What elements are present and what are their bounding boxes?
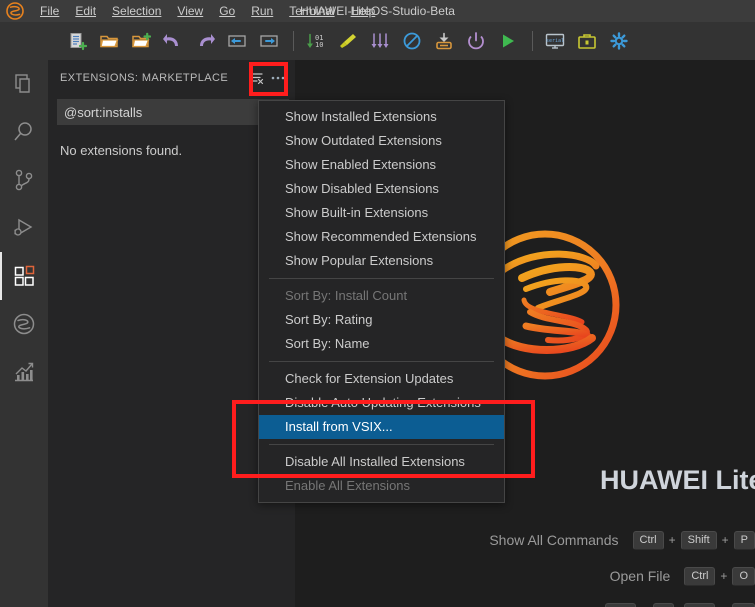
key-o: O	[732, 566, 755, 586]
menu-terminal[interactable]: Terminal	[281, 1, 342, 21]
settings-icon[interactable]	[604, 26, 634, 56]
key-plus: +	[668, 533, 676, 547]
menu-help-label: Help	[350, 4, 376, 18]
menu-item-enable-all: Enable All Extensions	[285, 478, 411, 493]
key-ctrl-2: Ctrl	[684, 602, 716, 607]
toolbar-separator	[293, 31, 294, 51]
menu-item-disable-all-installed[interactable]: Disable All Installed Extensions	[259, 450, 504, 474]
toolbar-separator-2	[532, 31, 533, 51]
serial-monitor-icon[interactable]: serial	[540, 26, 570, 56]
menu-item-check-updates[interactable]: Check for Extension Updates	[259, 367, 504, 391]
menu-item-sort-install-count: Sort By: Install Count	[285, 288, 408, 303]
export-icon[interactable]	[254, 26, 284, 56]
clean-icon[interactable]	[333, 26, 363, 56]
menu-item-install-from-vsix[interactable]: Install from VSIX...	[259, 415, 504, 439]
sidebar-item-search[interactable]	[0, 108, 48, 156]
import-icon[interactable]	[222, 26, 252, 56]
menu-selection[interactable]: Selection	[104, 1, 169, 21]
build-icon[interactable]	[365, 26, 395, 56]
sidebar-item-analytics[interactable]	[0, 348, 48, 396]
stop-icon[interactable]	[397, 26, 427, 56]
menu-item-disable-auto-updating[interactable]: Disable Auto Updating Extensions	[259, 391, 504, 415]
sidebar-item-liteos[interactable]	[0, 300, 48, 348]
menu-file-label: File	[40, 4, 60, 18]
menu-item-show-enabled[interactable]: Show Enabled Extensions	[259, 153, 504, 177]
menu-go[interactable]: Go	[211, 1, 243, 21]
welcome-brand-title: HUAWEI Lite	[600, 465, 755, 495]
liteos-logo-icon	[4, 2, 26, 20]
toolbar: 01 10 serial	[0, 22, 755, 60]
redo-icon[interactable]	[190, 26, 220, 56]
toolkit-icon[interactable]	[572, 26, 602, 56]
menu-item-show-outdated[interactable]: Show Outdated Extensions	[259, 129, 504, 153]
clear-filter-icon[interactable]	[245, 67, 267, 89]
key-ctrl: Ctrl	[632, 530, 664, 550]
menu-run[interactable]: Run	[243, 1, 281, 21]
run-icon[interactable]	[493, 26, 523, 56]
new-folder-icon[interactable]	[126, 26, 156, 56]
key-plus: +	[721, 533, 729, 547]
search-input-value: @sort:installs	[64, 104, 143, 120]
sidebar-item-source-control[interactable]	[0, 156, 48, 204]
extensions-more-actions-menu[interactable]: Show Installed Extensions Show Outdated …	[258, 100, 505, 503]
menu-terminal-label: Terminal	[289, 4, 335, 18]
sidebar-item-extensions[interactable]	[0, 252, 48, 300]
menu-separator	[269, 361, 494, 362]
menu-item-show-recommended[interactable]: Show Recommended Extensions	[259, 225, 504, 249]
menu-item-show-installed[interactable]: Show Installed Extensions	[259, 105, 504, 129]
key-o-2: O	[732, 602, 755, 607]
download-icon[interactable]	[429, 26, 459, 56]
sort-numeric-icon[interactable]: 01 10	[301, 26, 331, 56]
menu-item-show-disabled[interactable]: Show Disabled Extensions	[259, 177, 504, 201]
menu-bar[interactable]: File Edit Selection View Go Run Terminal…	[32, 1, 383, 21]
menu-edit-label: Edit	[75, 4, 97, 18]
sidebar-item-run-debug[interactable]	[0, 204, 48, 252]
key-p: P	[733, 530, 755, 550]
activity-bar	[0, 22, 48, 607]
menu-separator	[269, 278, 494, 279]
svg-text:10: 10	[315, 41, 323, 49]
menu-edit[interactable]: Edit	[67, 1, 104, 21]
key-shift: Shift	[680, 530, 717, 550]
menu-help[interactable]: Help	[343, 1, 384, 21]
menu-run-label: Run	[251, 4, 274, 18]
open-folder-icon[interactable]	[94, 26, 124, 56]
key-k: K	[652, 602, 675, 607]
welcome-shortcuts: Show All Commands Ctrl + Shift + P Open …	[295, 522, 755, 607]
key-plus: +	[720, 569, 728, 583]
power-icon[interactable]	[461, 26, 491, 56]
shortcut-keys: Ctrl + K Ctrl + O	[604, 602, 755, 607]
shortcut-row: Show All Commands Ctrl + Shift + P	[295, 522, 755, 558]
sidebar-actions	[245, 67, 295, 89]
undo-icon[interactable]	[158, 26, 188, 56]
title-bar: File Edit Selection View Go Run Terminal…	[0, 0, 755, 22]
menu-file[interactable]: File	[32, 1, 67, 21]
new-file-icon[interactable]	[62, 26, 92, 56]
key-ctrl: Ctrl	[604, 602, 636, 607]
more-actions-icon[interactable]	[267, 67, 289, 89]
menu-view-label: View	[177, 4, 204, 18]
shortcut-row: Open File Ctrl + O	[295, 558, 755, 594]
shortcut-row: Open Folder Ctrl + K Ctrl + O	[295, 594, 755, 607]
menu-item-show-popular[interactable]: Show Popular Extensions	[259, 249, 504, 273]
key-ctrl: Ctrl	[684, 566, 716, 586]
shortcut-label[interactable]: Show All Commands	[489, 532, 618, 548]
menu-item-sort-name[interactable]: Sort By: Name	[259, 332, 504, 356]
menu-item-show-builtin[interactable]: Show Built-in Extensions	[259, 201, 504, 225]
menu-selection-label: Selection	[112, 4, 162, 18]
svg-text:serial: serial	[546, 38, 564, 44]
shortcut-keys: Ctrl + Shift + P	[632, 530, 755, 550]
sidebar-title: EXTENSIONS: MARKETPLACE	[60, 71, 229, 84]
shortcut-label[interactable]: Open File	[610, 568, 671, 584]
menu-item-sort-rating[interactable]: Sort By: Rating	[259, 308, 504, 332]
shortcut-keys: Ctrl + O	[684, 566, 755, 586]
menu-separator	[269, 444, 494, 445]
menu-view[interactable]: View	[169, 1, 211, 21]
menu-go-label: Go	[219, 4, 236, 18]
sidebar-item-explorer[interactable]	[0, 60, 48, 108]
sidebar-header: EXTENSIONS: MARKETPLACE	[48, 60, 295, 95]
search-input[interactable]: @sort:installs	[57, 99, 289, 125]
